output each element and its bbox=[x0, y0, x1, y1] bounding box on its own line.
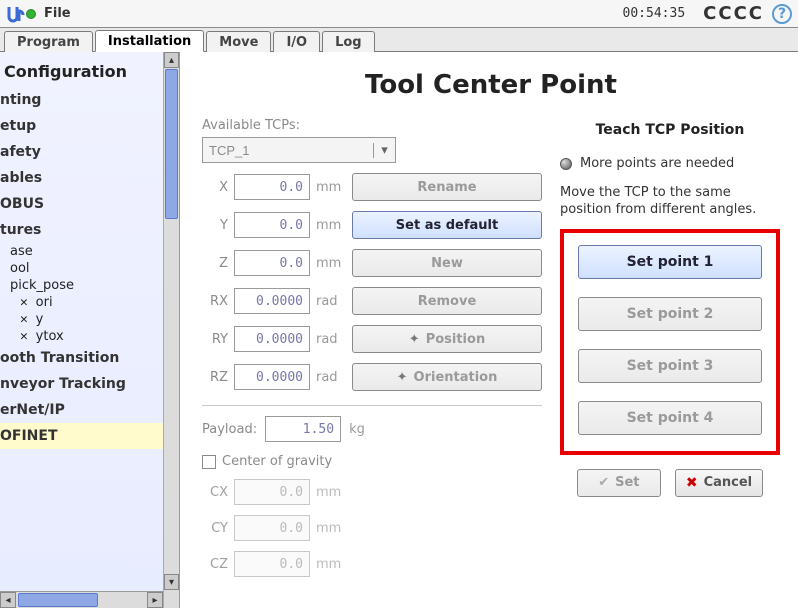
teach-status: More points are needed bbox=[580, 156, 734, 171]
sidebar-hscroll[interactable]: ◂ ▸ bbox=[0, 591, 163, 608]
payload-label: Payload: bbox=[202, 422, 257, 437]
hscroll-thumb[interactable] bbox=[18, 593, 98, 607]
unit: mm bbox=[316, 180, 346, 195]
dropdown-arrow-icon[interactable]: ▾ bbox=[373, 143, 395, 158]
sidebar-item[interactable]: nveyor Tracking bbox=[0, 371, 163, 397]
payload-unit: kg bbox=[349, 422, 379, 437]
available-tcps-label: Available TCPs: bbox=[202, 118, 542, 133]
set-default-button[interactable]: Set as default bbox=[352, 211, 542, 239]
coord-input-rx[interactable] bbox=[234, 288, 310, 314]
sidebar-item[interactable]: erNet/IP bbox=[0, 397, 163, 423]
cog-label-cx: CX bbox=[202, 485, 228, 500]
coord-label-rx: RX bbox=[202, 294, 228, 309]
cog-label-cy: CY bbox=[202, 521, 228, 536]
cancel-button[interactable]: ✖Cancel bbox=[675, 469, 763, 497]
coord-input-ry[interactable] bbox=[234, 326, 310, 352]
set-button[interactable]: ✔Set bbox=[577, 469, 661, 497]
unit: rad bbox=[316, 370, 346, 385]
unit: mm bbox=[316, 256, 346, 271]
set-point-4-button[interactable]: Set point 4 bbox=[578, 401, 762, 435]
tab-program[interactable]: Program bbox=[4, 31, 93, 52]
sidebar-item[interactable]: ooth Transition bbox=[0, 345, 163, 371]
sidebar-sub[interactable]: ase bbox=[0, 243, 163, 260]
sidebar-vscroll[interactable]: ▴ ▾ bbox=[163, 52, 179, 608]
sidebar-sub2[interactable]: ✕ y bbox=[0, 311, 163, 328]
teach-instructions: Move the TCP to the same position from d… bbox=[560, 185, 780, 219]
coord-input-z[interactable] bbox=[234, 250, 310, 276]
status-cccc: CCCC bbox=[703, 3, 764, 24]
coord-label-x: X bbox=[202, 180, 228, 195]
sidebar-item[interactable]: OFINET bbox=[0, 423, 163, 449]
scroll-left-icon[interactable]: ◂ bbox=[0, 592, 16, 608]
check-icon: ✔ bbox=[598, 475, 609, 490]
teach-title: Teach TCP Position bbox=[560, 122, 780, 138]
remove-button[interactable]: Remove bbox=[352, 287, 542, 315]
file-menu[interactable]: File bbox=[36, 4, 79, 23]
unit: mm bbox=[316, 557, 346, 572]
coord-label-y: Y bbox=[202, 218, 228, 233]
scroll-down-icon[interactable]: ▾ bbox=[164, 574, 179, 590]
sidebar-item[interactable]: OBUS bbox=[0, 191, 163, 217]
payload-input[interactable] bbox=[265, 416, 341, 442]
coord-input-x[interactable] bbox=[234, 174, 310, 200]
unit: rad bbox=[316, 294, 346, 309]
sidebar-heading: Configuration bbox=[0, 56, 163, 87]
sidebar-sub[interactable]: pick_pose bbox=[0, 277, 163, 294]
unit: mm bbox=[316, 521, 346, 536]
cog-label: Center of gravity bbox=[222, 454, 332, 469]
new-button[interactable]: New bbox=[352, 249, 542, 277]
page-title: Tool Center Point bbox=[202, 70, 780, 100]
tab-bar: Program Installation Move I/O Log bbox=[0, 28, 798, 52]
tcp-name-field[interactable] bbox=[203, 143, 373, 158]
wand-icon: ✦ bbox=[409, 332, 420, 347]
help-icon[interactable]: ? bbox=[772, 4, 792, 24]
sidebar-item[interactable]: afety bbox=[0, 139, 163, 165]
coord-label-z: Z bbox=[202, 256, 228, 271]
cog-checkbox[interactable]: Center of gravity bbox=[202, 454, 542, 469]
sidebar-item[interactable]: etup bbox=[0, 113, 163, 139]
sidebar: Configuration nting etup afety ables OBU… bbox=[0, 52, 180, 608]
sidebar-sub[interactable]: ool bbox=[0, 260, 163, 277]
status-ball-icon bbox=[560, 158, 572, 170]
menubar: File 00:54:35 CCCC ? bbox=[0, 0, 798, 28]
unit: mm bbox=[316, 485, 346, 500]
cog-input-cy bbox=[234, 515, 310, 541]
coord-input-rz[interactable] bbox=[234, 364, 310, 390]
coord-label-rz: RZ bbox=[202, 370, 228, 385]
tab-installation[interactable]: Installation bbox=[95, 30, 204, 52]
cog-input-cz bbox=[234, 551, 310, 577]
tab-move[interactable]: Move bbox=[206, 31, 271, 52]
cog-input-cx bbox=[234, 479, 310, 505]
tab-log[interactable]: Log bbox=[322, 31, 375, 52]
set-point-2-button[interactable]: Set point 2 bbox=[578, 297, 762, 331]
set-point-3-button[interactable]: Set point 3 bbox=[578, 349, 762, 383]
cog-label-cz: CZ bbox=[202, 557, 228, 572]
status-dot-icon bbox=[26, 9, 36, 19]
orientation-button[interactable]: ✦Orientation bbox=[352, 363, 542, 391]
cancel-x-icon: ✖ bbox=[686, 475, 698, 491]
unit: rad bbox=[316, 332, 346, 347]
tcp-dropdown[interactable]: ▾ bbox=[202, 137, 396, 163]
scroll-up-icon[interactable]: ▴ bbox=[164, 52, 179, 68]
main-panel: Tool Center Point Available TCPs: ▾ X mm… bbox=[180, 52, 798, 608]
sidebar-item[interactable]: ables bbox=[0, 165, 163, 191]
unit: mm bbox=[316, 218, 346, 233]
sidebar-item[interactable]: nting bbox=[0, 87, 163, 113]
scroll-thumb[interactable] bbox=[165, 69, 178, 219]
checkbox-icon[interactable] bbox=[202, 455, 216, 469]
coord-input-y[interactable] bbox=[234, 212, 310, 238]
position-button[interactable]: ✦Position bbox=[352, 325, 542, 353]
sidebar-sub2[interactable]: ✕ ytox bbox=[0, 328, 163, 345]
coord-label-ry: RY bbox=[202, 332, 228, 347]
sidebar-item[interactable]: tures bbox=[0, 217, 163, 243]
sidebar-sub2[interactable]: ✕ ori bbox=[0, 294, 163, 311]
clock: 00:54:35 bbox=[623, 6, 686, 21]
highlight-box: Set point 1 Set point 2 Set point 3 Set … bbox=[560, 229, 780, 455]
rename-button[interactable]: Rename bbox=[352, 173, 542, 201]
set-point-1-button[interactable]: Set point 1 bbox=[578, 245, 762, 279]
tab-io[interactable]: I/O bbox=[273, 31, 320, 52]
scroll-right-icon[interactable]: ▸ bbox=[147, 592, 163, 608]
ur-logo-icon bbox=[6, 5, 26, 23]
wand-icon: ✦ bbox=[397, 370, 408, 385]
